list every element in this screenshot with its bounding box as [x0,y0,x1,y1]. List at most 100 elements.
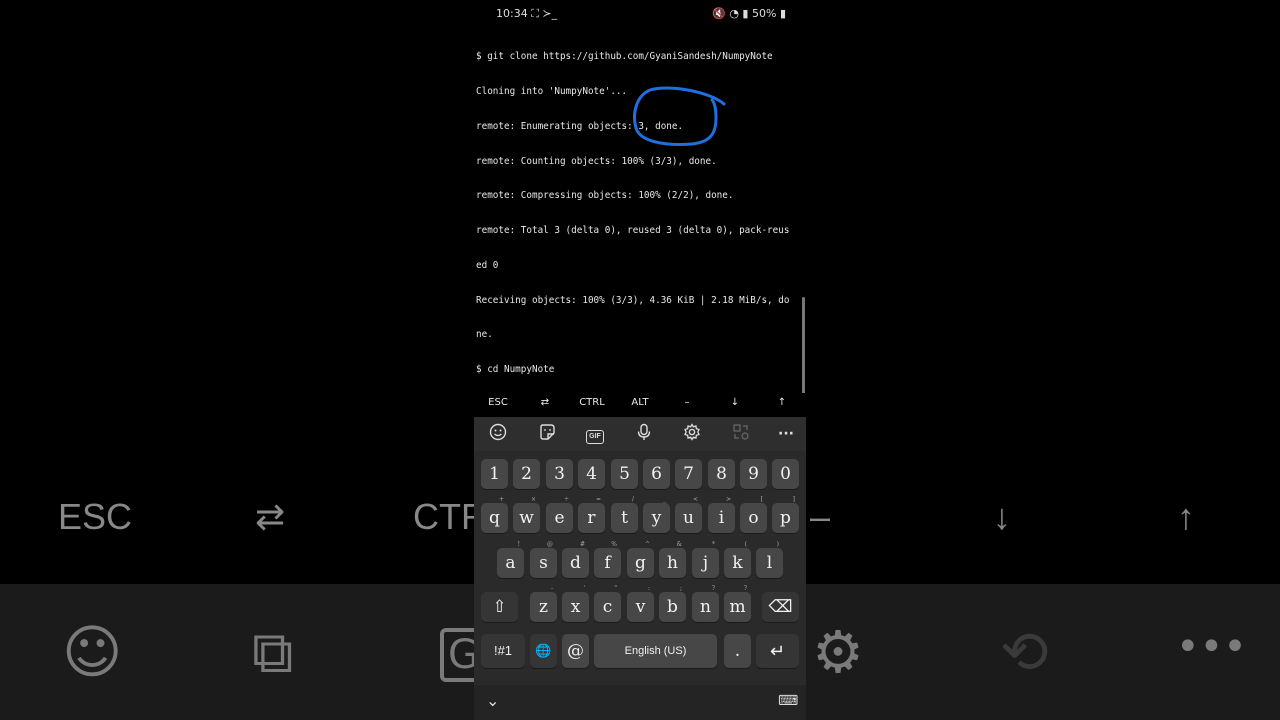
keyboard-nav-bar: ⌄ ⌨ [474,685,806,720]
key-u[interactable]: < u [675,496,702,533]
key-char: w [519,508,534,528]
key-m[interactable]: ? m [724,585,751,622]
key-char: h [667,553,678,573]
arrow-down-key[interactable]: ↓ [731,397,739,408]
key-char: l [766,553,773,573]
key-hint: ( [744,541,747,548]
key-hint: ) [776,541,779,548]
key-y[interactable]: _ y [643,496,670,533]
key-e[interactable]: ÷ e [546,496,573,533]
terminal-line: remote: Compressing objects: 100% (2/2),… [476,190,734,202]
key-char: x [570,597,581,617]
translate-icon [730,423,752,445]
key-h[interactable]: & h [659,541,686,578]
enter-key[interactable]: ↵ [756,634,799,668]
key-b[interactable]: ; b [659,585,686,622]
key-7[interactable]: 7 [675,459,702,489]
esc-key[interactable]: ESC [488,397,508,408]
key-p[interactable]: ] p [772,496,799,533]
settings-icon[interactable] [681,423,703,445]
terminal-line: ed 0 [476,259,499,271]
extra-keys-row: ESC ⇄ CTRL ALT – ↓ ↑ [474,393,806,417]
key-o[interactable]: [o [740,496,767,533]
bg-translate-icon: ⟲ [1000,618,1049,686]
globe-icon[interactable]: 🌐 [530,634,557,668]
space-bar[interactable]: English (US) [594,634,717,668]
key-z[interactable]: -z [530,585,557,622]
key-s[interactable]: @ s [530,541,557,578]
symbols-key[interactable]: !#1 [481,634,525,668]
key-8[interactable]: 8 [708,459,735,489]
key-k[interactable]: (k [724,541,751,578]
shift-key[interactable]: ⇧ [481,592,518,622]
bg-sticker-icon: ⧉ [252,618,294,686]
key-a[interactable]: ! a [497,541,524,578]
key-i[interactable]: > i [708,496,735,533]
key-char: t [621,508,628,528]
emoji-icon[interactable] [487,423,509,445]
key-6[interactable]: 6 [643,459,670,489]
period-key[interactable]: . [724,634,751,668]
hand-drawn-circle-annotation [633,86,726,146]
tab-key[interactable]: ⇄ [541,397,549,408]
at-key[interactable]: @ [562,634,589,668]
key-hint: ] [792,496,795,503]
key-f[interactable]: % f [594,541,621,578]
key-hint: ' [583,585,585,592]
key-char: d [570,553,581,573]
key-hint: = [595,496,601,503]
key-char: s [539,553,548,573]
key-q[interactable]: + q [481,496,508,533]
key-2[interactable]: 2 [513,459,540,489]
key-1[interactable]: 1 [481,459,508,489]
sticker-icon[interactable] [536,423,558,445]
signal-icon: ▮ [742,7,749,20]
key-hint: ! [517,541,520,548]
key-l[interactable]: ) l [756,541,783,578]
bg-tab: ⇄ [255,496,286,537]
scrollbar-thumb[interactable] [802,297,805,401]
key-r[interactable]: = r [578,496,605,533]
key-char: o [748,508,759,528]
key-w[interactable]: × w [513,496,540,533]
mic-icon[interactable] [633,423,655,445]
ctrl-key[interactable]: CTRL [579,397,605,408]
dash-key[interactable]: – [685,397,690,408]
key-5[interactable]: 5 [611,459,638,489]
key-n[interactable]: ? n [692,585,719,622]
key-hint: ; [679,585,682,592]
more-icon[interactable]: ··· [775,423,797,445]
key-char: y [651,508,662,528]
key-4[interactable]: 4 [578,459,605,489]
key-char: e [554,508,565,528]
hide-keyboard-icon[interactable]: ⌄ [486,691,499,710]
wifi-icon: ◔ [729,7,739,20]
key-char: f [604,553,611,573]
key-x[interactable]: ' x [562,585,589,622]
terminal-line: $ git clone https://github.com/GyaniSand… [476,51,773,63]
key-j[interactable]: * j [692,541,719,578]
gif-icon[interactable]: GIF [584,423,606,445]
key-0[interactable]: 0 [772,459,799,489]
key-v[interactable]: :v [627,585,654,622]
alt-key[interactable]: ALT [631,397,648,408]
key-3[interactable]: 3 [546,459,573,489]
key-d[interactable]: # d [562,541,589,578]
key-t[interactable]: / t [611,496,638,533]
bg-emoji-icon: ☺ [62,618,123,686]
key-char: m [729,597,746,617]
arrow-up-key[interactable]: ↑ [778,397,786,408]
key-hint: ÷ [563,496,569,503]
terminal-line: Receiving objects: 100% (3/3), 4.36 KiB … [476,294,790,306]
key-hint: < [692,496,698,503]
key-char: p [780,508,791,528]
keyboard-switch-icon[interactable]: ⌨ [778,693,798,709]
battery-icon: ▮ [779,7,786,20]
backspace-key[interactable]: ⌫ [762,592,799,622]
key-c[interactable]: " c [594,585,621,622]
mute-icon: 🔇 [712,7,726,20]
key-g[interactable]: ^ g [627,541,654,578]
key-9[interactable]: 9 [740,459,767,489]
key-hint: - [550,585,553,592]
key-char: r [587,508,596,528]
